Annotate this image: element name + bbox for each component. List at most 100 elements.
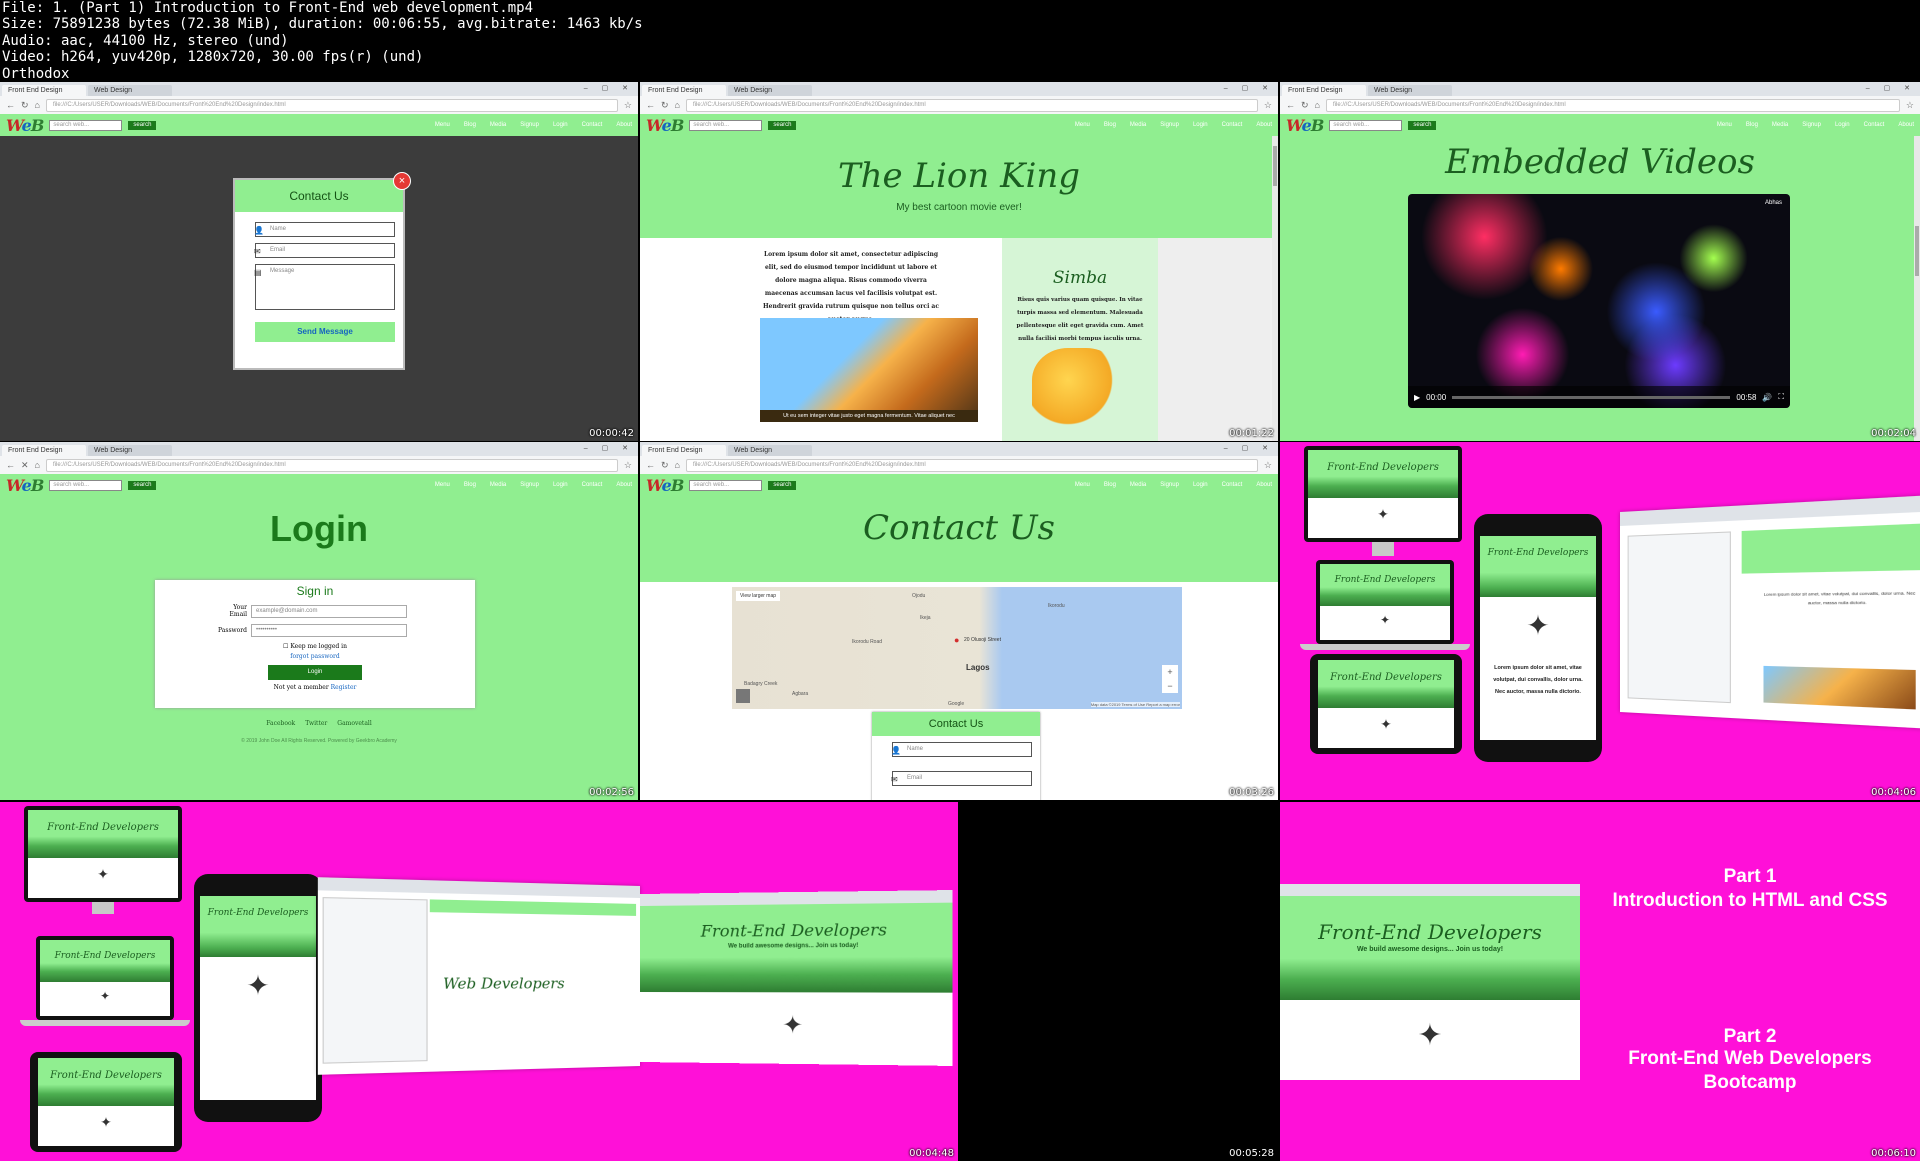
window-controls[interactable]: ‒ ▢ ✕ <box>1224 84 1274 92</box>
menu-item[interactable]: Login <box>1193 482 1208 488</box>
back-icon[interactable]: ← <box>6 460 15 470</box>
menu-item[interactable]: About <box>616 122 632 128</box>
search-button[interactable]: search <box>128 120 157 130</box>
star-icon[interactable]: ☆ <box>1264 460 1272 471</box>
email-field[interactable]: ✉ Email <box>254 243 395 258</box>
refresh-icon[interactable]: ↻ <box>661 100 669 111</box>
search-input[interactable]: search web... <box>689 119 763 131</box>
home-icon[interactable]: ⌂ <box>35 100 40 110</box>
home-icon[interactable]: ⌂ <box>675 460 680 470</box>
menu-item[interactable]: About <box>1256 482 1272 488</box>
back-icon[interactable]: ← <box>646 100 655 110</box>
search-button[interactable]: search <box>1408 120 1437 130</box>
menu-item[interactable]: Contact <box>582 482 603 488</box>
menu-item[interactable]: Menu <box>435 122 450 128</box>
menu-item[interactable]: About <box>616 482 632 488</box>
site-logo[interactable]: WeB <box>1286 116 1324 135</box>
back-icon[interactable]: ← <box>646 460 655 470</box>
menu-item[interactable]: Blog <box>464 482 476 488</box>
message-field[interactable]: ▤ Message <box>254 264 395 310</box>
facebook-link[interactable]: Facebook <box>266 720 295 727</box>
google-map[interactable]: View larger map Ojodu Ikorodu Ikeja Bada… <box>732 587 1182 709</box>
name-field[interactable]: 👤 Name <box>891 742 1032 757</box>
star-icon[interactable]: ☆ <box>1264 100 1272 111</box>
email-input[interactable]: example@domain.com <box>251 604 407 618</box>
address-bar[interactable]: file:///C:/Users/USER/Downloads/WEB/Docu… <box>685 98 1258 112</box>
search-input[interactable]: search web... <box>49 119 123 131</box>
menu-item[interactable]: Media <box>1772 122 1788 128</box>
browser-tab[interactable]: Web Design <box>728 85 812 96</box>
menu-item[interactable]: About <box>1898 122 1914 128</box>
menu-item[interactable]: Login <box>553 482 568 488</box>
refresh-icon[interactable]: ↻ <box>1301 100 1309 111</box>
name-field[interactable]: 👤 Name <box>254 222 395 237</box>
menu-item[interactable]: Contact <box>1222 122 1243 128</box>
register-link[interactable]: Register <box>331 684 357 691</box>
refresh-icon[interactable]: ↻ <box>21 100 29 111</box>
zoom-in-button[interactable]: + <box>1162 665 1178 679</box>
home-icon[interactable]: ⌂ <box>35 460 40 470</box>
remember-checkbox[interactable]: ☐ <box>283 643 288 650</box>
menu-item[interactable]: Contact <box>1864 122 1885 128</box>
address-bar[interactable]: file:///C:/Users/USER/Downloads/WEB/Docu… <box>45 458 618 472</box>
browser-tab[interactable]: Front End Design <box>642 85 726 96</box>
address-bar[interactable]: file:///C:/Users/USER/Downloads/WEB/Docu… <box>1325 98 1900 112</box>
menu-item[interactable]: Contact <box>582 122 603 128</box>
browser-tab[interactable]: Front End Design <box>2 445 86 456</box>
window-controls[interactable]: ‒ ▢ ✕ <box>1866 84 1916 92</box>
close-icon[interactable]: × <box>393 172 411 190</box>
forgot-password-link[interactable]: forgot password <box>155 653 475 660</box>
site-logo[interactable]: WeB <box>646 476 684 495</box>
menu-item[interactable]: Menu <box>435 482 450 488</box>
pegman-icon[interactable] <box>736 689 750 703</box>
back-icon[interactable]: ← <box>6 100 15 110</box>
menu-item[interactable]: Blog <box>1104 482 1116 488</box>
scrollbar[interactable] <box>1914 136 1920 441</box>
view-larger-map-button[interactable]: View larger map <box>736 591 781 601</box>
star-icon[interactable]: ☆ <box>624 460 632 471</box>
browser-tab[interactable]: Web Design <box>1368 85 1452 96</box>
menu-item[interactable]: Menu <box>1075 122 1090 128</box>
scrollbar[interactable] <box>1272 136 1278 441</box>
menu-item[interactable]: Menu <box>1075 482 1090 488</box>
browser-tab[interactable]: Web Design <box>88 445 172 456</box>
address-bar[interactable]: file:///C:/Users/USER/Downloads/WEB/Docu… <box>45 98 618 112</box>
back-icon[interactable]: ← <box>1286 100 1295 110</box>
search-input[interactable]: search web... <box>49 479 123 491</box>
site-logo[interactable]: WeB <box>646 116 684 135</box>
site-logo[interactable]: WeB <box>6 116 44 135</box>
menu-item[interactable]: Media <box>1130 122 1146 128</box>
menu-item[interactable]: Media <box>490 122 506 128</box>
menu-item[interactable]: Blog <box>1104 122 1116 128</box>
volume-icon[interactable]: 🔊 <box>1762 393 1772 402</box>
search-input[interactable]: search web... <box>1329 119 1403 131</box>
browser-tab[interactable]: Front End Design <box>642 445 726 456</box>
browser-tab[interactable]: Front End Design <box>2 85 86 96</box>
address-bar[interactable]: file:///C:/Users/USER/Downloads/WEB/Docu… <box>685 458 1258 472</box>
menu-item[interactable]: Signup <box>1802 122 1821 128</box>
site-logo[interactable]: WeB <box>6 476 44 495</box>
zoom-out-button[interactable]: − <box>1162 679 1178 693</box>
star-icon[interactable]: ☆ <box>1906 100 1914 111</box>
home-icon[interactable]: ⌂ <box>1315 100 1320 110</box>
play-icon[interactable]: ▶ <box>1414 393 1420 402</box>
social-link[interactable]: Gamovetall <box>337 720 371 727</box>
menu-item[interactable]: Signup <box>1160 122 1179 128</box>
search-button[interactable]: search <box>128 480 157 490</box>
twitter-link[interactable]: Twitter <box>305 720 327 727</box>
menu-item[interactable]: Login <box>1835 122 1850 128</box>
password-input[interactable]: •••••••••• <box>251 624 407 637</box>
stop-icon[interactable]: ✕ <box>21 460 29 471</box>
seek-bar[interactable] <box>1452 395 1731 399</box>
browser-tab[interactable]: Front End Design <box>1282 85 1366 96</box>
search-button[interactable]: search <box>768 120 797 130</box>
refresh-icon[interactable]: ↻ <box>661 460 669 471</box>
send-message-button[interactable]: Send Message <box>255 322 395 342</box>
menu-item[interactable]: Media <box>490 482 506 488</box>
fullscreen-icon[interactable]: ⛶ <box>1778 392 1784 402</box>
browser-tab[interactable]: Web Design <box>88 85 172 96</box>
window-controls[interactable]: ‒ ▢ ✕ <box>584 444 634 452</box>
menu-item[interactable]: Blog <box>464 122 476 128</box>
menu-item[interactable]: Media <box>1130 482 1146 488</box>
menu-item[interactable]: Login <box>1193 122 1208 128</box>
